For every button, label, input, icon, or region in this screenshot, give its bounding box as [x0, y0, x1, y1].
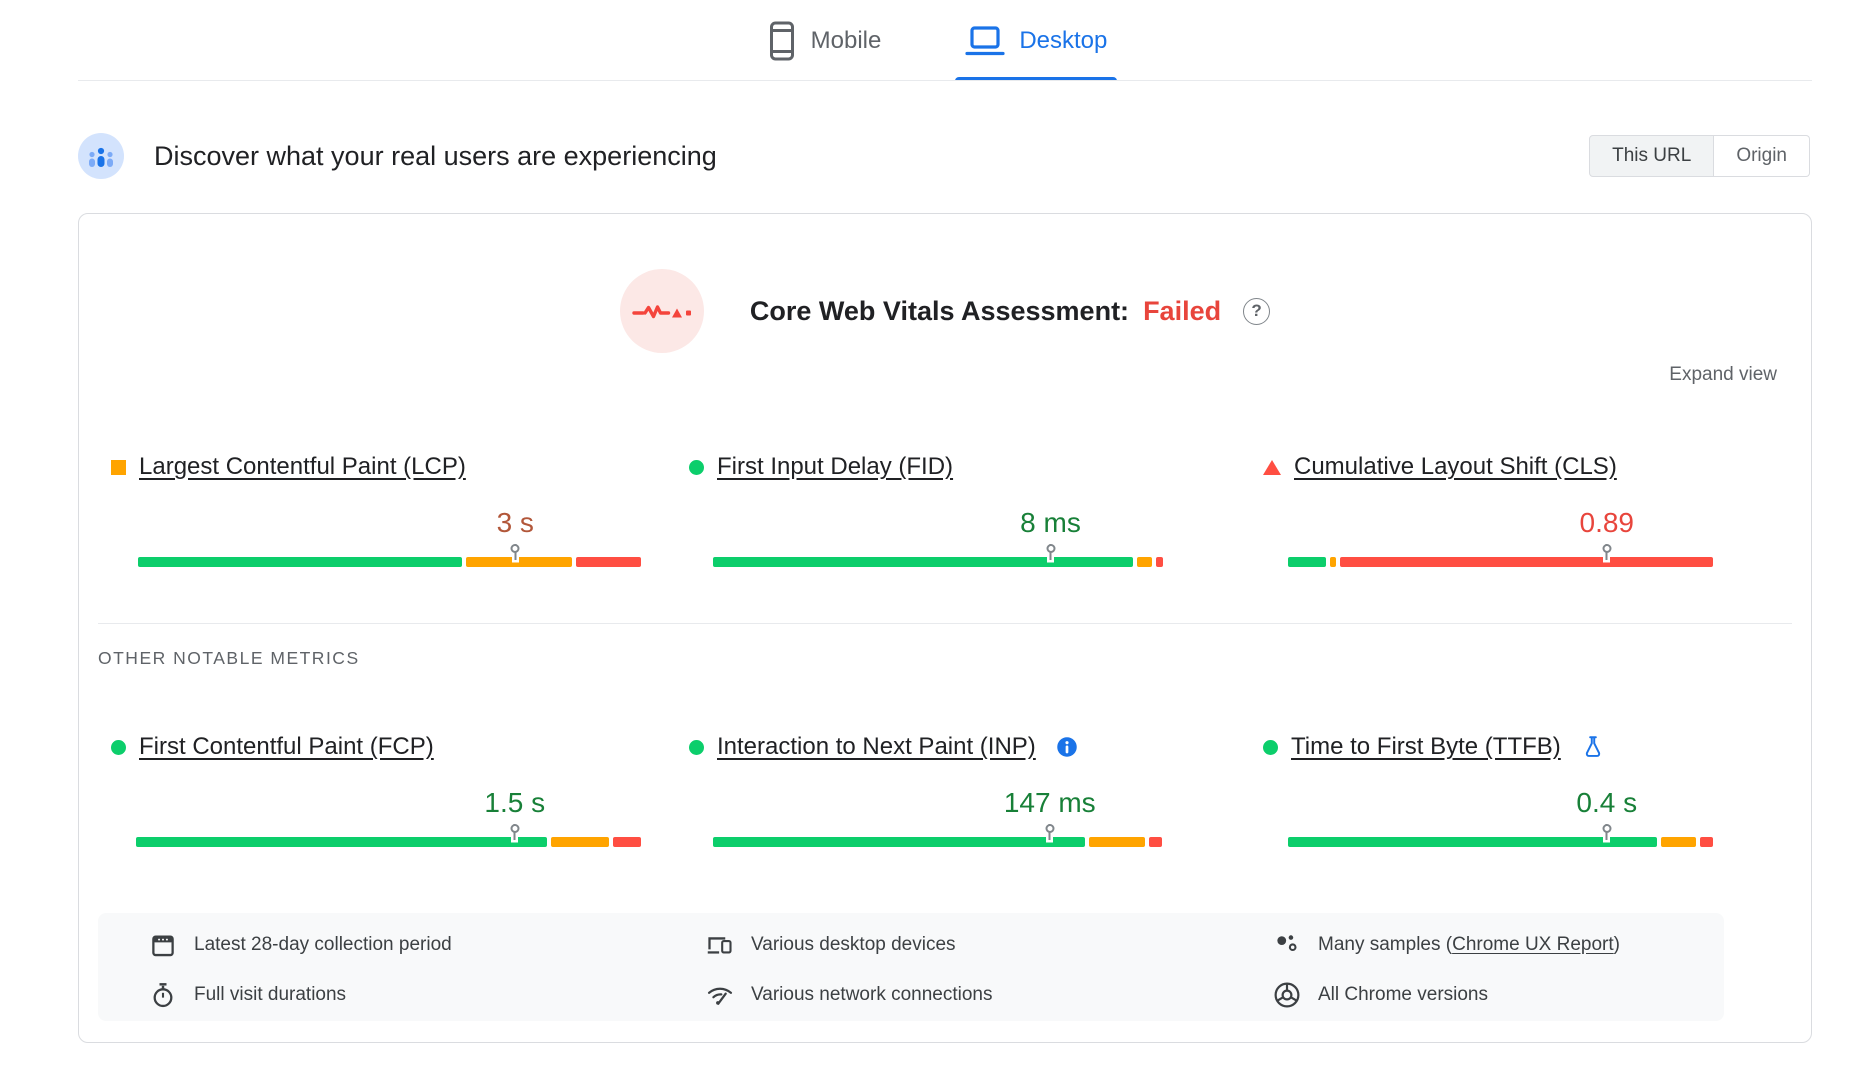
help-icon[interactable]: ? [1243, 297, 1271, 325]
desktop-laptop-icon [965, 25, 1005, 55]
ttfb-link[interactable]: Time to First Byte (TTFB) [1291, 733, 1561, 761]
devices-label: Various desktop devices [751, 934, 956, 955]
real-users-icon [78, 133, 124, 179]
inp-info-icon[interactable] [1055, 735, 1079, 759]
metric-inp: Interaction to Next Paint (INP) 147 ms [689, 731, 1163, 861]
metric-cls: Cumulative Layout Shift (CLS) 0.89 [1263, 451, 1713, 581]
collection-period-item: Latest 28-day collection period [149, 929, 452, 961]
cls-link[interactable]: Cumulative Layout Shift (CLS) [1294, 453, 1617, 481]
metrics-divider [98, 623, 1792, 624]
pulse-assessment-icon [619, 269, 704, 353]
inp-distribution-bar [713, 824, 1163, 847]
field-data-header: Discover what your real users are experi… [78, 130, 1810, 182]
chrome-versions-item: All Chrome versions [1273, 979, 1488, 1011]
cls-distribution-bar [1288, 544, 1713, 567]
chrome-versions-label: All Chrome versions [1318, 984, 1488, 1005]
ttfb-status-bullet [1263, 739, 1278, 755]
stopwatch-icon [153, 983, 173, 1008]
assessment-header: Core Web Vitals Assessment: Failed ? [79, 269, 1811, 353]
lcp-status-bullet [111, 459, 126, 475]
chrome-ux-report-link[interactable]: Chrome UX Report [1452, 934, 1614, 955]
assessment-heading: Core Web Vitals Assessment: Failed ? [749, 295, 1271, 327]
fcp-marker [510, 824, 520, 840]
ttfb-marker [1602, 824, 1612, 840]
core-web-vitals-card: Core Web Vitals Assessment: Failed ? Exp… [78, 213, 1812, 1043]
fcp-value: 1.5 s [484, 787, 546, 818]
this-url-button[interactable]: This URL [1589, 135, 1715, 177]
inp-status-bullet [689, 739, 704, 755]
sample-dots-icon [1277, 935, 1297, 952]
visit-durations-label: Full visit durations [194, 984, 347, 1005]
network-item: Various network connections [706, 979, 993, 1011]
page-title: Discover what your real users are experi… [154, 140, 717, 171]
fid-marker [1046, 544, 1055, 560]
ttfb-value: 0.4 s [1576, 787, 1638, 818]
devices-item: Various desktop devices [706, 929, 956, 961]
tabbar-divider [78, 80, 1812, 81]
tab-mobile[interactable]: Mobile [757, 0, 892, 81]
collection-info-panel: Latest 28-day collection period Full vis… [98, 913, 1724, 1021]
assessment-title: Core Web Vitals Assessment: [749, 295, 1130, 326]
network-signal-icon [707, 987, 733, 1005]
metric-lcp: Largest Contentful Paint (LCP) 3 s [111, 451, 651, 581]
fcp-link[interactable]: First Contentful Paint (FCP) [139, 733, 434, 761]
device-tabbar: Mobile Desktop [0, 0, 1874, 81]
inp-link[interactable]: Interaction to Next Paint (INP) [717, 733, 1036, 761]
cls-status-bullet [1263, 459, 1281, 475]
metric-fid: First Input Delay (FID) 8 ms [689, 451, 1163, 581]
fcp-distribution-bar [136, 824, 641, 847]
devices-icon [707, 937, 732, 954]
tab-desktop[interactable]: Desktop [955, 0, 1118, 81]
lcp-marker [510, 544, 520, 560]
assessment-result: Failed [1143, 295, 1222, 326]
inp-value: 147 ms [1003, 787, 1096, 818]
metric-ttfb: Time to First Byte (TTFB) 0.4 s [1263, 731, 1713, 861]
fcp-status-bullet [111, 739, 126, 755]
scope-toggle: This URL Origin [1589, 135, 1810, 177]
lcp-distribution-bar [138, 544, 641, 567]
expand-view-link[interactable]: Expand view [1669, 364, 1777, 386]
other-metrics-heading: OTHER NOTABLE METRICS [98, 648, 360, 668]
cls-value: 0.89 [1579, 507, 1635, 538]
lcp-link[interactable]: Largest Contentful Paint (LCP) [139, 453, 466, 481]
metric-fcp: First Contentful Paint (FCP) 1.5 s [111, 731, 651, 861]
tab-desktop-label: Desktop [1019, 26, 1108, 54]
inp-marker [1045, 824, 1055, 840]
ttfb-experiment-flask-icon[interactable] [1580, 734, 1606, 760]
network-label: Various network connections [751, 984, 993, 1005]
fid-distribution-bar [713, 544, 1163, 567]
lcp-value: 3 s [496, 507, 534, 538]
fid-link[interactable]: First Input Delay (FID) [717, 453, 953, 481]
cls-marker [1602, 544, 1612, 560]
samples-label: Many samples (Chrome UX Report) [1318, 934, 1620, 955]
tab-mobile-label: Mobile [810, 26, 882, 54]
visit-durations-item: Full visit durations [149, 979, 346, 1011]
calendar-icon [152, 935, 174, 957]
fid-value: 8 ms [1020, 507, 1081, 538]
fid-status-bullet [689, 459, 704, 475]
collection-period-label: Latest 28-day collection period [194, 934, 452, 955]
samples-item: Many samples (Chrome UX Report) [1273, 929, 1620, 961]
ttfb-distribution-bar [1288, 824, 1713, 847]
origin-button[interactable]: Origin [1714, 135, 1810, 177]
mobile-phone-icon [769, 21, 794, 60]
chrome-logo-icon [1274, 982, 1300, 1008]
